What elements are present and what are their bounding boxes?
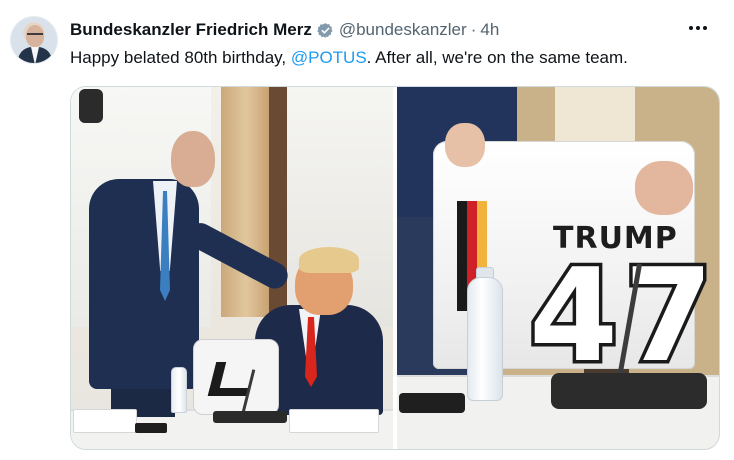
tweet-text-after: . After all, we're on the same team. bbox=[366, 48, 628, 67]
photo-left[interactable] bbox=[71, 87, 393, 449]
tweet-text: Happy belated 80th birthday, @POTUS. Aft… bbox=[70, 48, 628, 68]
mention-link[interactable]: @POTUS bbox=[291, 48, 367, 67]
media-grid: TRUMP 47 bbox=[70, 86, 720, 450]
separator-dot: · bbox=[470, 20, 477, 39]
display-name[interactable]: Bundeskanzler Friedrich Merz bbox=[70, 20, 312, 40]
timestamp[interactable]: 4h bbox=[480, 20, 499, 40]
more-options-icon[interactable] bbox=[686, 18, 710, 38]
tweet-header: Bundeskanzler Friedrich Merz @bundeskanz… bbox=[70, 19, 499, 41]
verified-badge-icon bbox=[317, 22, 333, 38]
photo-right[interactable]: TRUMP 47 bbox=[397, 87, 719, 449]
tweet[interactable]: Bundeskanzler Friedrich Merz @bundeskanz… bbox=[0, 0, 734, 460]
tweet-text-before: Happy belated 80th birthday, bbox=[70, 48, 291, 67]
avatar[interactable] bbox=[10, 16, 58, 64]
handle[interactable]: @bundeskanzler bbox=[339, 20, 467, 40]
